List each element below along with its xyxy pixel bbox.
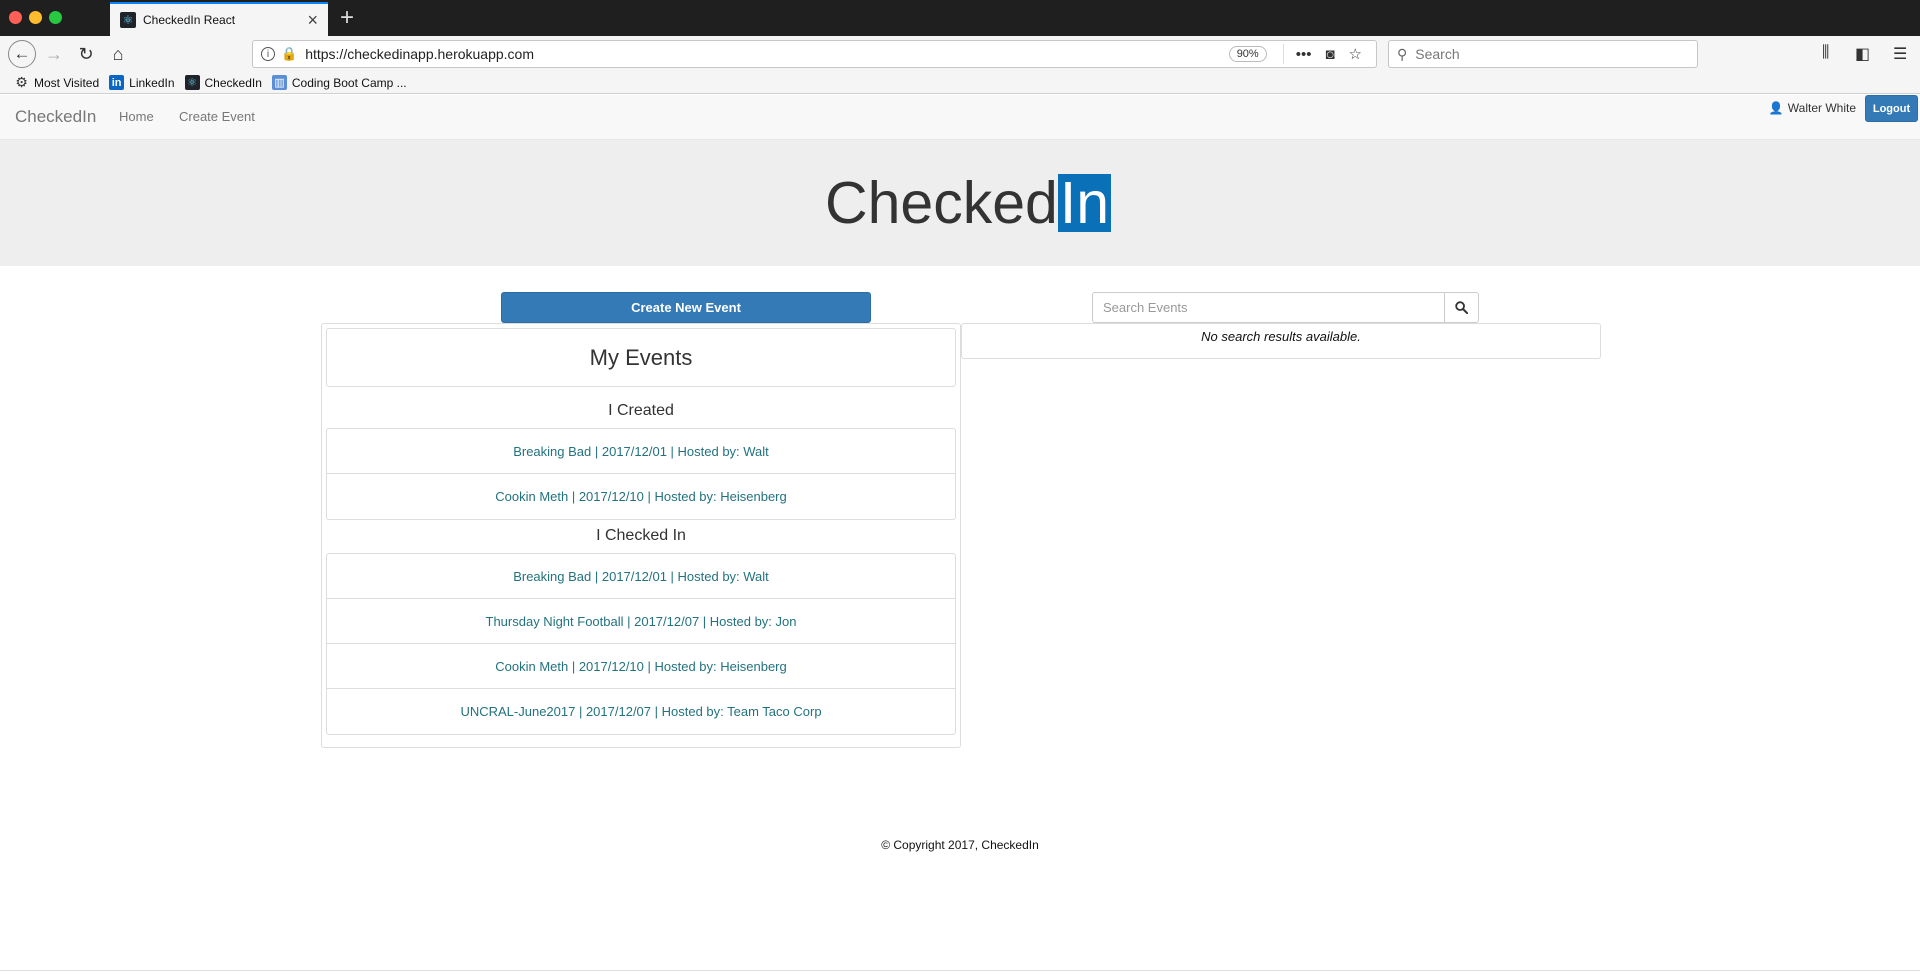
pocket-icon[interactable]: ◙: [1325, 46, 1334, 63]
building-icon: ▥: [271, 75, 287, 90]
bookmark-checkedin[interactable]: ⚛ CheckedIn: [184, 75, 262, 90]
event-search: [1092, 292, 1479, 323]
footer-copyright: © Copyright 2017, CheckedIn: [881, 838, 1039, 852]
menu-icon[interactable]: ☰: [1893, 44, 1907, 64]
my-events-heading: My Events: [326, 328, 956, 387]
checked-in-events-list: Breaking Bad | 2017/12/01 | Hosted by: W…: [326, 553, 956, 735]
page-actions-icon[interactable]: •••: [1296, 46, 1312, 63]
search-icon: [1455, 301, 1468, 314]
browser-toolbar: ← → ↻ ⌂ i 🔒 https://checkedinapp.herokua…: [0, 36, 1920, 72]
nav-home-link[interactable]: Home: [119, 109, 154, 124]
sidebar-icon[interactable]: ◧: [1855, 44, 1870, 64]
home-icon[interactable]: ⌂: [104, 40, 132, 68]
close-window-icon[interactable]: [9, 11, 22, 24]
address-bar[interactable]: i 🔒 https://checkedinapp.herokuapp.com 9…: [252, 40, 1377, 68]
nav-create-event-link[interactable]: Create Event: [179, 109, 255, 124]
hero-banner: Checked In: [0, 140, 1920, 266]
search-events-input[interactable]: [1092, 292, 1444, 323]
reload-icon[interactable]: ↻: [72, 40, 100, 68]
url-text[interactable]: https://checkedinapp.herokuapp.com: [305, 46, 1229, 62]
app-navbar: CheckedIn Home Create Event 👤 Walter Whi…: [0, 95, 1920, 140]
created-events-list: Breaking Bad | 2017/12/01 | Hosted by: W…: [326, 428, 956, 520]
zoom-level[interactable]: 90%: [1228, 46, 1267, 62]
create-new-event-button[interactable]: Create New Event: [501, 292, 871, 323]
back-arrow-icon[interactable]: ←: [8, 40, 36, 68]
bookmark-label: LinkedIn: [129, 75, 175, 90]
bookmark-label: CheckedIn: [204, 75, 262, 90]
user-icon: 👤: [1768, 101, 1784, 115]
event-link[interactable]: Breaking Bad | 2017/12/01 | Hosted by: W…: [327, 429, 955, 474]
user-name: Walter White: [1787, 101, 1856, 115]
bookmark-star-icon[interactable]: ☆: [1349, 45, 1362, 63]
gear-icon: ⚙: [15, 74, 28, 90]
event-link[interactable]: Thursday Night Football | 2017/12/07 | H…: [327, 599, 955, 644]
event-link[interactable]: Cookin Meth | 2017/12/10 | Hosted by: He…: [327, 474, 955, 519]
tab-close-icon[interactable]: ×: [307, 11, 318, 29]
checked-in-heading: I Checked In: [596, 527, 686, 544]
event-link[interactable]: UNCRAL-June2017 | 2017/12/07 | Hosted by…: [327, 689, 955, 734]
forward-arrow-icon[interactable]: →: [40, 40, 68, 68]
minimize-window-icon[interactable]: [29, 11, 42, 24]
site-info-icon[interactable]: i: [261, 47, 275, 61]
lock-icon: 🔒: [281, 46, 298, 61]
navbar-brand[interactable]: CheckedIn: [15, 107, 96, 127]
logo-highlight: In: [1057, 170, 1112, 236]
bookmark-coding-boot-camp[interactable]: ▥ Coding Boot Camp ...: [271, 75, 407, 90]
logo-text: Checked: [825, 170, 1058, 236]
event-link[interactable]: Cookin Meth | 2017/12/10 | Hosted by: He…: [327, 644, 955, 689]
divider: [0, 970, 1920, 971]
bookmark-most-visited[interactable]: ⚙ Most Visited: [14, 74, 100, 90]
linkedin-icon: in: [109, 75, 125, 90]
new-tab-icon[interactable]: +: [340, 4, 354, 32]
event-link[interactable]: Breaking Bad | 2017/12/01 | Hosted by: W…: [327, 554, 955, 599]
bookmark-label: Most Visited: [34, 75, 100, 90]
no-results-text: No search results available.: [1201, 329, 1361, 344]
logout-button[interactable]: Logout: [1865, 95, 1918, 122]
browser-search-placeholder: Search: [1415, 46, 1460, 62]
app-logo: Checked In: [825, 168, 1112, 238]
created-heading: I Created: [608, 402, 674, 419]
browser-search-input[interactable]: ⚲ Search: [1388, 40, 1698, 68]
search-results-panel: No search results available.: [961, 323, 1601, 359]
react-favicon-icon: ⚛: [120, 12, 136, 28]
bookmark-linkedin[interactable]: in LinkedIn: [109, 75, 175, 90]
my-events-panel: My Events I Created Breaking Bad | 2017/…: [321, 323, 961, 748]
library-icon[interactable]: ⫼: [1822, 44, 1829, 62]
bookmarks-bar: ⚙ Most Visited in LinkedIn ⚛ CheckedIn ▥…: [0, 72, 1920, 94]
browser-tab-bar: ⚛ CheckedIn React × +: [0, 0, 1920, 36]
tab-title: CheckedIn React: [143, 13, 236, 27]
react-icon: ⚛: [184, 75, 200, 90]
browser-tab[interactable]: ⚛ CheckedIn React ×: [110, 2, 328, 36]
divider: [1282, 44, 1284, 64]
search-icon: ⚲: [1397, 45, 1408, 62]
search-button[interactable]: [1444, 292, 1479, 323]
maximize-window-icon[interactable]: [49, 11, 62, 24]
user-info: 👤 Walter White: [1769, 101, 1856, 115]
bookmark-label: Coding Boot Camp ...: [291, 75, 407, 90]
